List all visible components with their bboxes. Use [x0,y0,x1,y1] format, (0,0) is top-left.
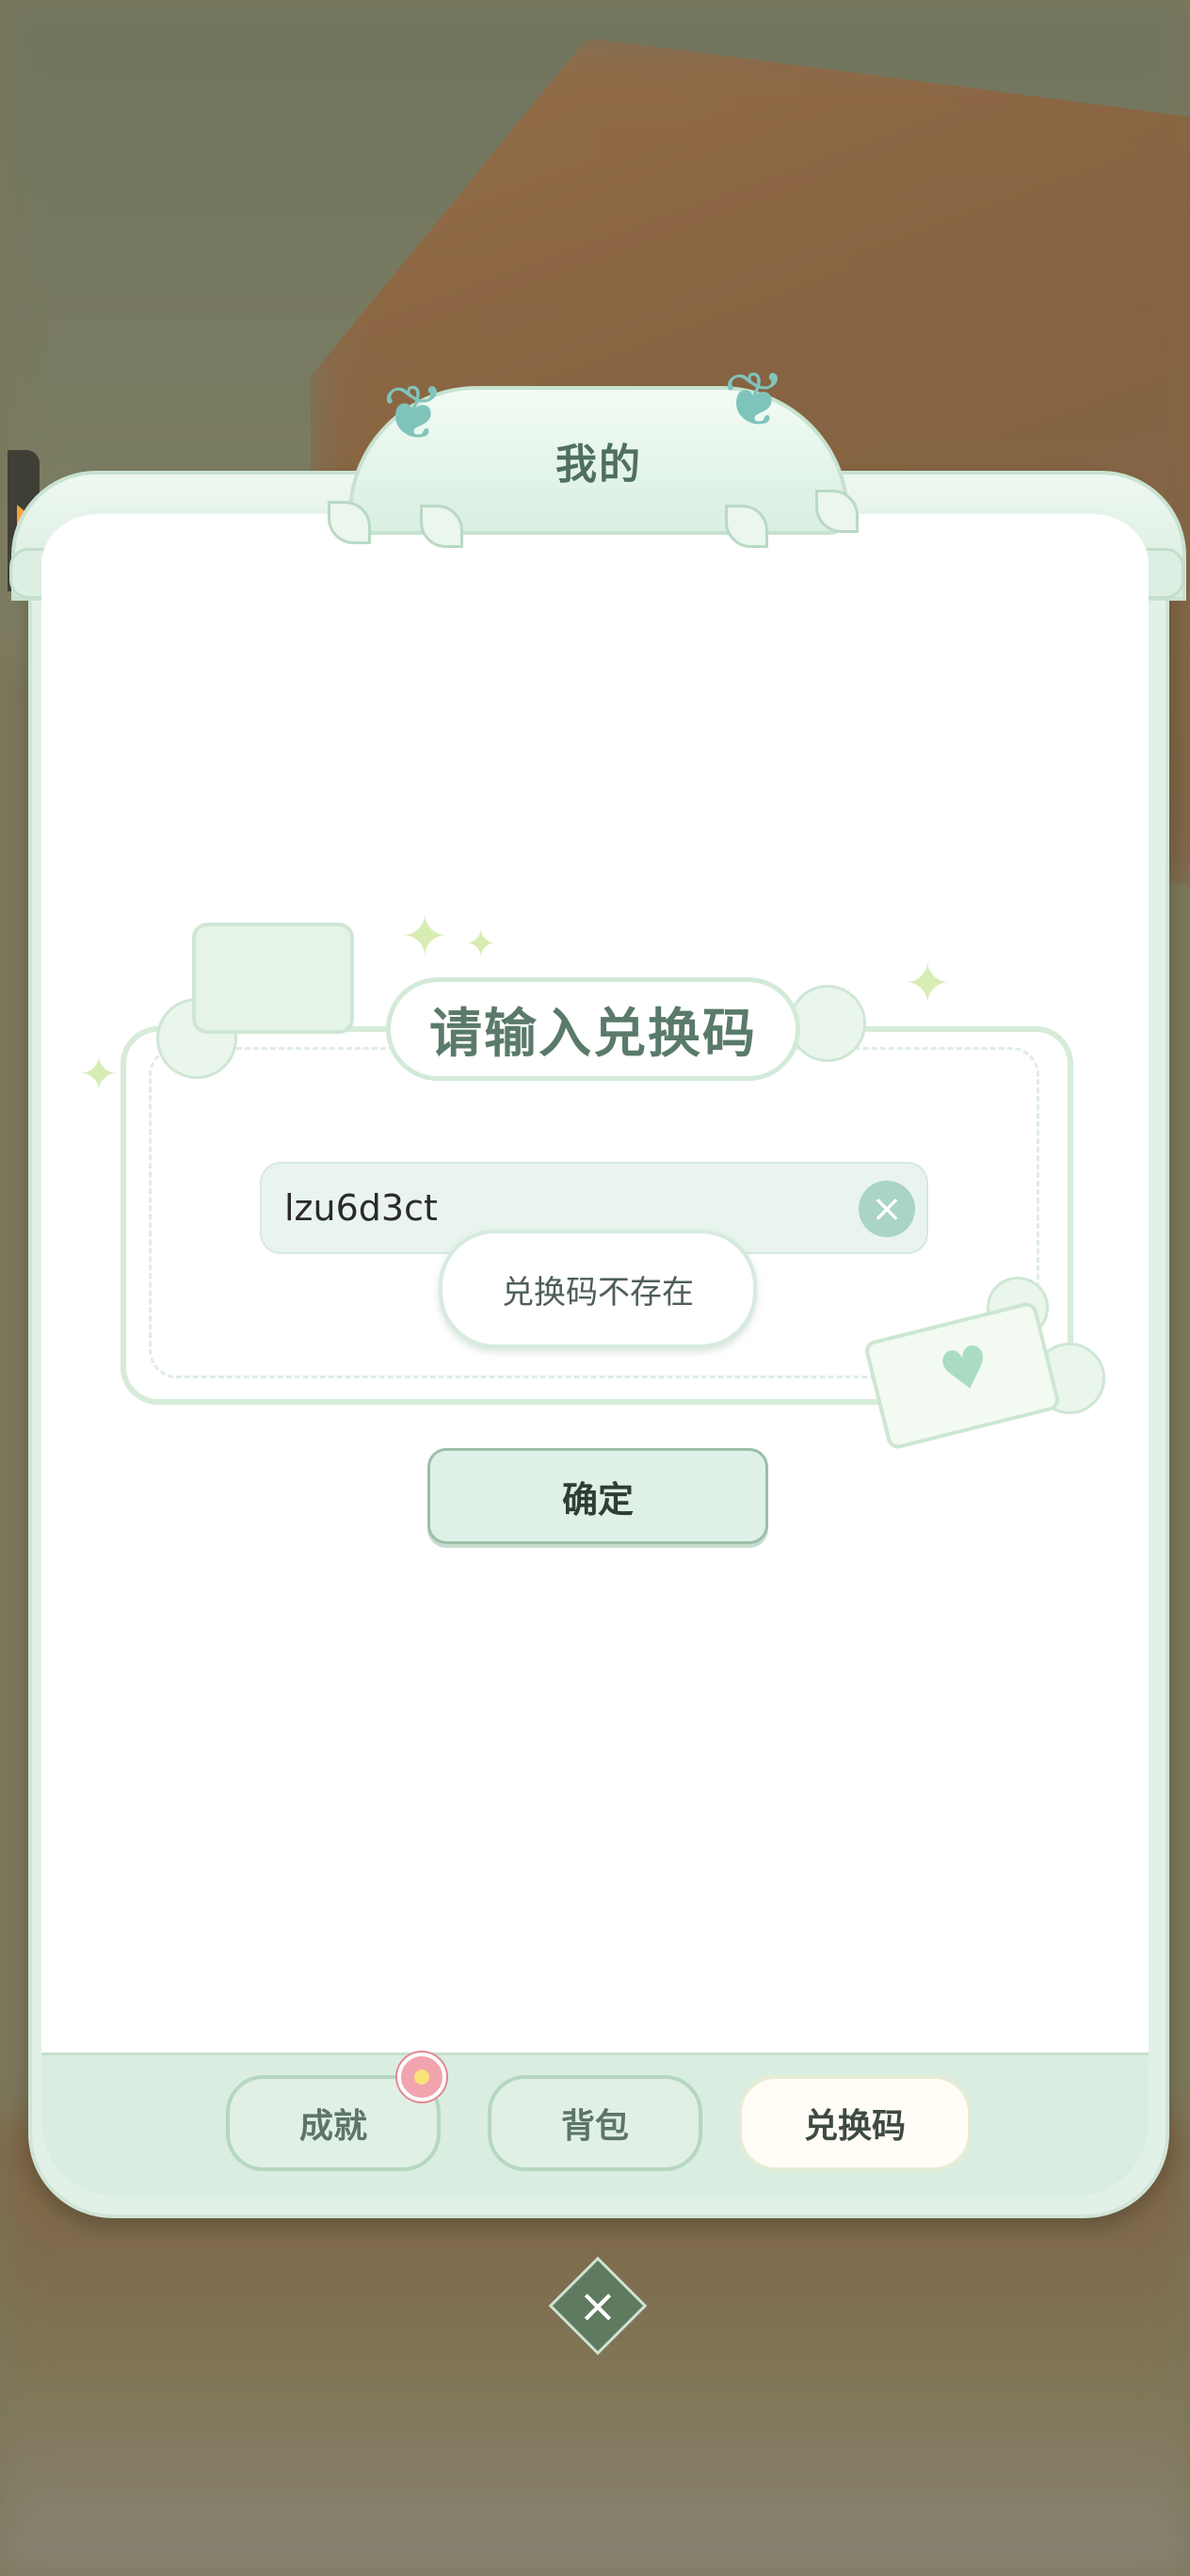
sparkle-icon: ✦ [401,904,449,970]
redeem-heading-plaque: 请输入兑换码 [386,977,800,1081]
tab-backpack[interactable]: 背包 [488,2075,702,2171]
butterfly-icon: ❦ [382,369,446,457]
flower-icon [397,2053,446,2101]
sparkle-icon: ✦ [79,1047,119,1102]
close-circle-icon: × [871,1187,903,1231]
tab-redeem-code[interactable]: 兑换码 [738,2075,972,2171]
confirm-button[interactable]: 确定 [427,1448,768,1544]
butterfly-icon: ❦ [723,356,787,443]
clear-input-button[interactable]: × [859,1181,915,1237]
sparkle-icon: ✦ [465,923,497,966]
flower-icon [789,985,866,1062]
redeem-heading: 请输入兑换码 [429,1003,757,1065]
gift-box-icon [192,923,354,1034]
sparkle-icon: ✦ [904,951,952,1017]
heart-icon: ♥ [932,1331,999,1409]
close-icon: × [578,2278,618,2333]
error-toast: 兑换码不存在 [439,1230,757,1348]
error-toast-text: 兑换码不存在 [502,1273,694,1312]
page-title: 我的 [555,441,642,489]
